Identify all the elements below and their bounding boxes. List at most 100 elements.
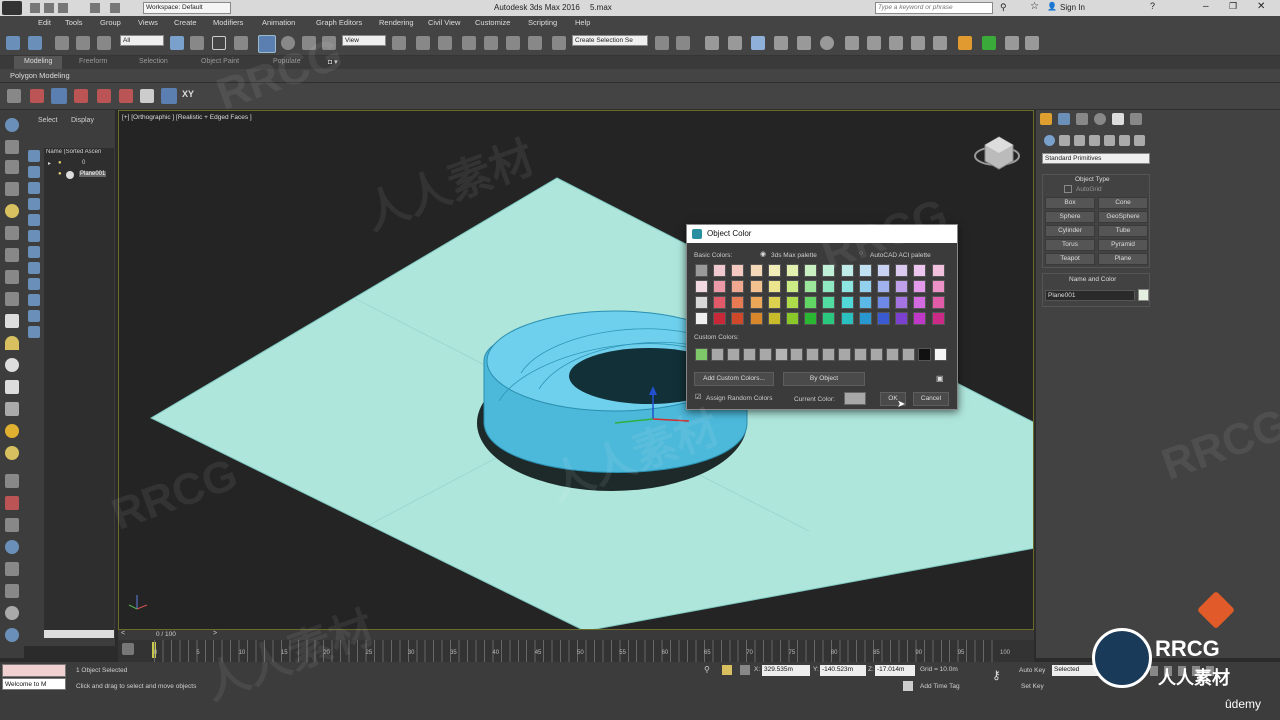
time-tag-icon[interactable] xyxy=(903,681,913,691)
custom-color-swatch[interactable] xyxy=(885,348,899,361)
pyramid-button[interactable]: Pyramid xyxy=(1098,239,1148,251)
box-icon[interactable] xyxy=(5,314,19,328)
rotate-icon[interactable] xyxy=(281,36,295,50)
set-key-button[interactable]: Set Key xyxy=(1021,683,1044,690)
basic-color-swatch[interactable] xyxy=(731,264,745,277)
basic-color-swatch[interactable] xyxy=(804,264,818,277)
basic-color-swatch[interactable] xyxy=(895,296,909,309)
custom-color-swatch[interactable] xyxy=(790,348,804,361)
redo-icon[interactable] xyxy=(28,36,42,50)
basic-color-swatch[interactable] xyxy=(731,312,745,325)
render-production-icon[interactable] xyxy=(867,36,881,50)
basic-color-swatch[interactable] xyxy=(858,312,872,325)
playback-controls[interactable] xyxy=(1108,666,1218,676)
layer-icon[interactable] xyxy=(5,140,19,154)
custom-color-swatch[interactable] xyxy=(695,348,708,361)
select-move-icon[interactable] xyxy=(258,35,276,53)
teapot-button[interactable]: Teapot xyxy=(1045,253,1095,265)
filter-cameras-icon[interactable] xyxy=(28,198,40,210)
maxscript-listener[interactable]: Welcome to M xyxy=(2,678,66,690)
basic-color-swatch[interactable] xyxy=(749,312,763,325)
app-logo[interactable] xyxy=(2,1,22,15)
basic-color-swatch[interactable] xyxy=(877,296,890,309)
search-input[interactable]: Type a keyword or phrase xyxy=(875,2,993,14)
autogrid-checkbox[interactable] xyxy=(1064,185,1072,193)
custom-color-swatch[interactable] xyxy=(933,348,947,361)
schematic-view-icon[interactable] xyxy=(774,36,788,50)
filter-warps-icon[interactable] xyxy=(28,230,40,242)
key-filter-dropdown[interactable]: Selected xyxy=(1052,665,1098,676)
autogrid-label[interactable]: AutoGrid xyxy=(1076,186,1102,193)
render-setup-icon[interactable] xyxy=(820,36,834,50)
select-object-icon[interactable] xyxy=(170,36,184,50)
by-object-button[interactable]: By Object xyxy=(783,372,865,386)
basic-color-swatch[interactable] xyxy=(695,296,708,309)
plugin-green-icon[interactable] xyxy=(982,36,996,50)
menu-modifiers[interactable]: Modifiers xyxy=(213,18,243,27)
light-bulb-icon[interactable]: ● xyxy=(58,171,62,177)
plane-button[interactable]: Plane xyxy=(1098,253,1148,265)
tab-populate[interactable]: Populate xyxy=(273,58,301,65)
key-icon[interactable]: ⚷ xyxy=(992,668,1001,682)
help-icon[interactable]: ? xyxy=(1150,1,1155,11)
space-warp-icon[interactable] xyxy=(5,270,19,284)
basic-color-swatch[interactable] xyxy=(822,264,836,277)
restore-button[interactable]: ❐ xyxy=(1229,1,1237,12)
basic-color-swatch[interactable] xyxy=(767,264,781,277)
basic-color-swatch[interactable] xyxy=(877,264,890,277)
curve-editor-icon[interactable] xyxy=(751,36,765,50)
display-tab-icon[interactable] xyxy=(1112,113,1124,125)
hierarchy-icon[interactable] xyxy=(5,518,19,532)
manipulate-icon[interactable] xyxy=(416,36,430,50)
basic-color-swatch[interactable] xyxy=(931,280,945,293)
utility-icon[interactable] xyxy=(5,584,19,598)
tube-button[interactable]: Tube xyxy=(1098,225,1148,237)
cancel-button[interactable]: Cancel xyxy=(913,392,949,406)
basic-color-swatch[interactable] xyxy=(877,312,890,325)
edit-named-sets-icon[interactable] xyxy=(552,36,566,50)
sphere-button[interactable]: Sphere xyxy=(1045,211,1095,223)
basic-color-swatch[interactable] xyxy=(804,312,818,325)
geometry-icon[interactable] xyxy=(1044,135,1055,146)
basic-color-swatch[interactable] xyxy=(713,312,727,325)
custom-color-swatch[interactable] xyxy=(742,348,756,361)
quick-access-icons[interactable] xyxy=(30,3,130,13)
menu-rendering[interactable]: Rendering xyxy=(379,18,414,27)
basic-color-swatch[interactable] xyxy=(713,264,727,277)
viewcube-icon[interactable] xyxy=(974,136,1020,170)
basic-color-swatch[interactable] xyxy=(749,264,763,277)
pyramid-icon[interactable] xyxy=(5,402,19,416)
bind-space-warp-icon[interactable] xyxy=(97,36,111,50)
basic-color-swatch[interactable] xyxy=(895,264,909,277)
shapes-cat-icon[interactable] xyxy=(1059,135,1070,146)
basic-color-swatch[interactable] xyxy=(786,296,799,309)
menu-group[interactable]: Group xyxy=(100,18,121,27)
basic-color-swatch[interactable] xyxy=(895,280,909,293)
geosphere-button[interactable]: GeoSphere xyxy=(1098,211,1148,223)
ignore-backfacing-icon[interactable] xyxy=(140,89,154,103)
modifier-icon[interactable] xyxy=(5,496,19,510)
world-icon[interactable] xyxy=(5,628,19,642)
preserve-uv-icon[interactable] xyxy=(161,88,177,104)
menu-animation[interactable]: Animation xyxy=(262,18,295,27)
scale-icon[interactable] xyxy=(302,36,316,50)
filter-frozen-icon[interactable] xyxy=(28,310,40,322)
custom-color-swatch[interactable] xyxy=(758,348,772,361)
motion-tab-icon[interactable] xyxy=(1094,113,1106,125)
filter-geometry-icon[interactable] xyxy=(28,150,40,162)
current-color-swatch[interactable] xyxy=(844,392,866,405)
basic-color-swatch[interactable] xyxy=(913,296,927,309)
basic-color-swatch[interactable] xyxy=(913,264,927,277)
add-custom-colors-button[interactable]: Add Custom Colors... xyxy=(694,372,774,386)
palette-aci-radio[interactable]: ○ xyxy=(859,250,863,257)
basic-color-swatch[interactable] xyxy=(695,280,708,293)
tab-freeform[interactable]: Freeform xyxy=(79,58,107,65)
filter-groups-icon[interactable] xyxy=(28,246,40,258)
ribbon-options-icon[interactable]: ◘ ▾ xyxy=(328,58,338,66)
basic-color-swatch[interactable] xyxy=(786,264,799,277)
cylinder-button[interactable]: Cylinder xyxy=(1045,225,1095,237)
menu-graph-editors[interactable]: Graph Editors xyxy=(316,18,362,27)
absolute-mode-icon[interactable] xyxy=(740,665,750,675)
favorites-icon[interactable]: ☆ xyxy=(1030,1,1039,12)
vertex-mode-icon[interactable] xyxy=(7,89,21,103)
